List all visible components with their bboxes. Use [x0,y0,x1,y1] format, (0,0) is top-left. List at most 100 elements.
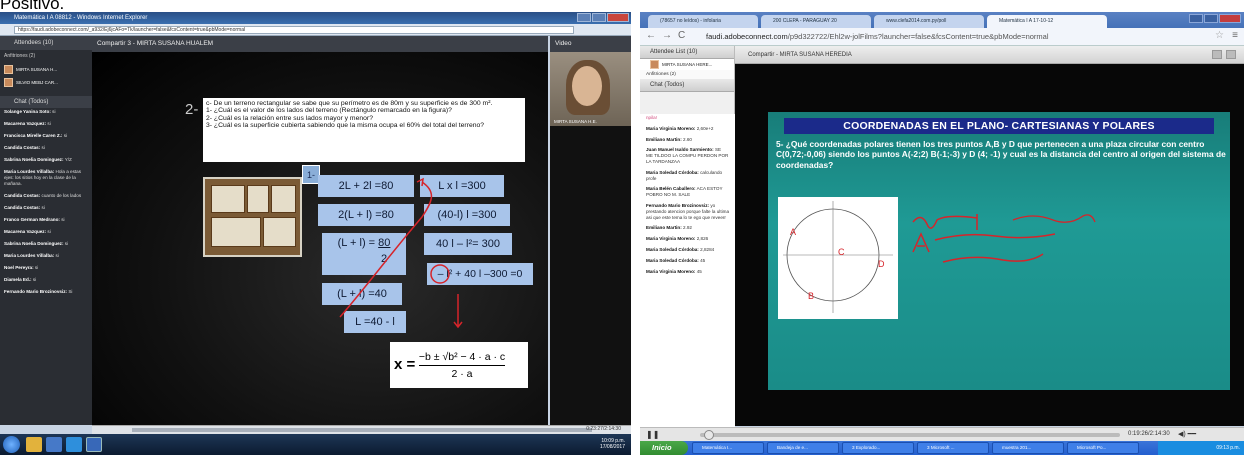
volume-icon[interactable]: ◀) ━━ [1178,430,1196,438]
taskbar-item[interactable]: 3 Microsoft ... [917,442,989,454]
video-pod-empty [550,126,631,425]
video-label: MIRTA SUSANA H.E. [554,119,597,124]
taskbar-item[interactable]: Microsoft Po... [1067,442,1139,454]
menu-icon[interactable]: ≡ [1232,30,1238,41]
chat-text: 45 [700,257,706,263]
back-icon[interactable]: ← [646,30,662,41]
chat-text: si [63,133,68,138]
chat-text: si [32,277,37,282]
taskbar-item[interactable]: muestra 201... [992,442,1064,454]
app-icon[interactable] [86,437,102,452]
left-screenshot: Matemática I A 08812 - Windows Internet … [0,12,631,455]
circle-diagram: A C B D [778,197,898,319]
chat-text: 45 [696,268,702,274]
chat-author: Maria Lourdes Villalba: [4,169,55,174]
url-field[interactable]: faudi.adobeconnect.com/p9d322722/Ehl2w-j… [706,31,1216,43]
chat-author: Candida Costas: [4,145,41,150]
attendees-pod-header[interactable]: Attendees (10) [0,36,92,50]
playback-time: 0:23:27/2:14:30 [586,426,621,432]
attendee-item[interactable]: MIRTA SUSANA H... [4,63,88,75]
chat-message: Maria Virginia Moreno: 2,60e+2 [640,125,735,136]
hosts-group[interactable]: Anfitriones (2) [640,70,734,79]
chat-message: Candida Costas: cuanto de los lados [0,192,92,204]
playback-knob[interactable] [704,430,714,440]
url-field[interactable]: https://faudi.adobeconnect.com/_a932/Ej6… [14,26,574,34]
ie-icon[interactable] [66,437,82,452]
chat-author: Noel Pereyra: [4,265,34,270]
playback-bar[interactable]: ❚❚ 0:19:26/2:14:30 ◀) ━━ [640,427,1244,441]
pod-menu-icon[interactable] [1212,50,1222,59]
svg-text:A: A [790,227,796,237]
pause-icon[interactable]: ❚❚ [646,430,659,439]
attendee-list-header[interactable]: Attendee List (10) [640,46,734,59]
fullscreen-icon[interactable] [1226,50,1236,59]
system-tray-clock[interactable]: 10:09 p.m. 17/08/2017 [600,438,625,450]
host-item[interactable]: MIRTA SUSANA HERE... [640,59,734,70]
forward-icon[interactable]: → [662,30,678,41]
webcam-video: MIRTA SUSANA H.E. [550,52,631,126]
star-icon[interactable]: ☆ [1215,30,1224,41]
start-button[interactable]: Inicio [640,441,688,455]
chat-pod-header[interactable]: Chat (Todos) [640,79,734,92]
browser-tab[interactable]: www.clefa2014.com.py/poll [874,15,984,28]
chat-message: Maria Belén Caballero: ACA ESTOY POBRO N… [640,185,735,202]
quadratic-formula: x = −b ± √b² − 4 · a · c 2 · a [390,342,528,388]
chat-message: Macarena Vazquez: si [0,120,92,132]
media-icon[interactable] [46,437,62,452]
omnibox-bar: ←→C faudi.adobeconnect.com/p9d322722/Ehl… [640,28,1244,46]
chat-author: Candida Costas: [4,193,41,198]
handwritten-annotations [912,214,1096,263]
chat-text: si [41,145,45,150]
chat-author: Sabrina Noelia Dominguez: [4,157,64,162]
chat-messages: Solange Yanina Soto: si Macarena Vazquez:… [0,108,92,300]
close-button[interactable] [607,13,629,22]
minimize-button[interactable] [577,13,591,22]
chat-text: si [52,109,56,114]
chat-author: Maria Virginia Moreno: [646,236,696,242]
maximize-button[interactable] [592,13,606,22]
browser-tab[interactable]: (78657 no leídos) - infolaria [648,15,758,28]
hosts-group[interactable]: Anfitriones (2) [0,50,92,62]
attendee-item[interactable]: SILVIO MEBJ CAR... [4,76,88,88]
chat-text: si [61,217,65,222]
reload-icon[interactable]: C [678,30,691,41]
svg-text:D: D [878,259,885,269]
browser-tab[interactable]: 200 CLEPA - PARAGUAY 20 [761,15,871,28]
chat-author: Macarena Vazquez: [4,121,47,126]
right-screenshot: (78657 no leídos) - infolaria 200 CLEPA … [640,12,1244,455]
close-button[interactable] [1219,14,1241,23]
chat-message: Fernando Mario Brozinovsiz: Si [0,288,92,300]
playback-track[interactable] [700,433,1120,437]
slide-question: 5- ¿Qué coordenadas polares tienen los t… [776,139,1226,170]
minimize-button[interactable] [1189,14,1203,23]
browser-tab-active[interactable]: Matemática I A 17-10-12 [987,15,1107,28]
chat-message: Macarena Vazquez: si [0,228,92,240]
explorer-icon[interactable] [26,437,42,452]
maximize-button[interactable] [1204,14,1218,23]
taskbar-item[interactable]: 3 Explorado... [842,442,914,454]
windows-start-button[interactable] [3,436,20,453]
playback-track[interactable] [132,428,592,432]
chat-author: Franco German Medrano: [4,217,60,222]
chat-text: Si [68,289,73,294]
taskbar-item[interactable]: Matemática I... [692,442,764,454]
taskbar-item[interactable]: Bandeja de e... [767,442,839,454]
chat-pod-header[interactable]: Chat (Todos) [0,96,92,108]
left-side-panel: Attendees (10) Anfitriones (2) MIRTA SUS… [0,36,92,425]
tray-date: 17/08/2017 [599,444,625,450]
chat-text: npila! [646,115,657,120]
attendee-name: SILVIO MEBJ CAR... [16,79,58,85]
chat-author: Maria Soledad Córdoba: [646,257,699,263]
chat-author: Emiliano Martin: [646,136,682,142]
chat-author: Maria Virginia Moreno: [646,268,696,274]
system-tray-clock[interactable]: 09:13 p.m. [1158,441,1244,455]
chat-author: Emiliano Martin: [646,225,682,231]
nav-buttons: ←→C [646,30,691,41]
playback-bar[interactable]: 0:23:27/2:14:30 [92,425,631,434]
chat-author: Maria Soledad Córdoba: [646,169,699,175]
chat-text: si [47,121,51,126]
chat-message: Diamela Ed.: si [0,276,92,288]
chat-text: 2,826 [696,236,709,242]
chat-author: Maria Soledad Córdoba: [646,246,699,252]
chat-text: 2,8284 [700,246,715,252]
